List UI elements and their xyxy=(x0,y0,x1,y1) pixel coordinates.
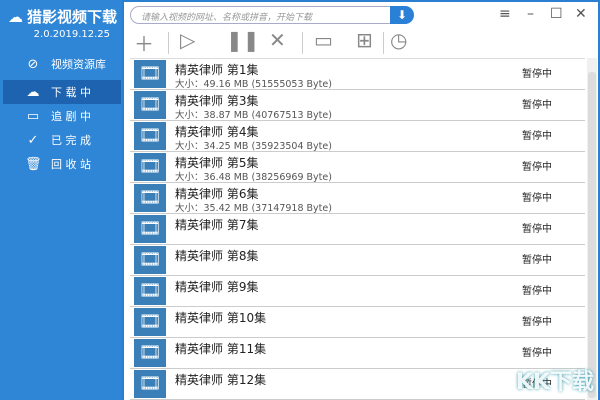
status-label: 暂停中 xyxy=(522,286,552,297)
sidebar-item-label: 下 载 中 xyxy=(51,86,91,99)
tv-icon: ▭ xyxy=(26,108,40,124)
download-row[interactable]: 🎞 精英律师 第5集 大小：36.48 MB (38256969 Byte) 暂… xyxy=(130,152,585,183)
download-title: 精英律师 第10集 xyxy=(175,311,267,325)
sidebar: ☁ 猎影视频下载 2.0.2019.12.25 ⊘ 视频资源库 ☁ 下 载 中 ▭ 追 … xyxy=(0,0,122,400)
download-button[interactable]: ⬇ xyxy=(390,6,414,24)
delete-icon[interactable]: ✕ xyxy=(269,28,286,52)
sidebar-item-following[interactable]: ▭ 追 剧 中 xyxy=(3,104,121,128)
sidebar-item-label: 追 剧 中 xyxy=(51,110,91,123)
status-label: 暂停中 xyxy=(522,100,552,111)
sidebar-item-downloading[interactable]: ☁ 下 载 中 xyxy=(3,80,121,104)
grid-icon[interactable]: ⊞ xyxy=(356,28,373,52)
download-title: 精英律师 第7集 xyxy=(175,218,259,232)
status-label: 暂停中 xyxy=(522,317,552,328)
download-row[interactable]: 🎞 精英律师 第7集 暂停中 xyxy=(130,214,585,245)
menu-button[interactable]: ≡ xyxy=(499,6,511,22)
sidebar-item-label: 视频资源库 xyxy=(51,58,106,71)
film-icon: 🎞 xyxy=(134,91,166,119)
clock-icon[interactable]: ◷ xyxy=(390,28,407,52)
compass-icon: ⊘ xyxy=(27,56,39,72)
check-circle-icon: ✓ xyxy=(27,132,39,148)
download-size: 大小：38.87 MB (40767513 Byte) xyxy=(175,110,332,121)
film-icon: 🎞 xyxy=(134,339,166,367)
status-label: 暂停中 xyxy=(522,348,552,359)
download-row[interactable]: 🎞 精英律师 第1集 大小：49.16 MB (51555053 Byte) 暂… xyxy=(130,59,585,90)
film-icon: 🎞 xyxy=(134,153,166,181)
film-icon: 🎞 xyxy=(134,308,166,336)
download-size: 大小：49.16 MB (51555053 Byte) xyxy=(175,79,332,90)
status-label: 暂停中 xyxy=(522,255,552,266)
divider xyxy=(383,32,384,54)
pause-icon[interactable]: ❚❚ xyxy=(226,28,260,52)
scrollbar-thumb[interactable] xyxy=(588,72,596,398)
add-icon[interactable]: ＋ xyxy=(134,28,154,57)
film-icon: 🎞 xyxy=(134,60,166,88)
divider xyxy=(168,32,169,54)
download-row[interactable]: 🎞 精英律师 第6集 大小：35.42 MB (37147918 Byte) 暂… xyxy=(130,183,585,214)
close-button[interactable]: ✕ xyxy=(575,6,587,22)
download-row[interactable]: 🎞 精英律师 第8集 暂停中 xyxy=(130,245,585,276)
status-label: 暂停中 xyxy=(522,193,552,204)
logo-icon: ☁ xyxy=(8,7,23,26)
status-label: 暂停中 xyxy=(522,69,552,80)
divider xyxy=(302,32,303,54)
search-input[interactable]: 请输入视频的网址、名称或拼音，开始下载 xyxy=(130,6,413,24)
film-icon: 🎞 xyxy=(134,122,166,150)
sidebar-item-library[interactable]: ⊘ 视频资源库 xyxy=(3,52,121,76)
play-icon[interactable]: ▷ xyxy=(180,28,195,52)
maximize-button[interactable]: ☐ xyxy=(550,6,563,22)
download-row[interactable]: 🎞 精英律师 第10集 暂停中 xyxy=(130,307,585,338)
sidebar-item-completed[interactable]: ✓ 已 完 成 xyxy=(3,128,121,152)
watermark: KK下载 xyxy=(515,370,594,395)
download-row[interactable]: 🎞 精英律师 第9集 暂停中 xyxy=(130,276,585,307)
download-list: 🎞 精英律师 第1集 大小：49.16 MB (51555053 Byte) 暂… xyxy=(130,58,585,400)
film-icon: 🎞 xyxy=(134,184,166,212)
film-icon: 🎞 xyxy=(134,370,166,398)
folder-icon[interactable]: ▭ xyxy=(314,28,333,52)
status-label: 暂停中 xyxy=(522,131,552,142)
download-title: 精英律师 第11集 xyxy=(175,342,267,356)
app-title: 猎影视频下载 xyxy=(27,8,118,26)
download-icon: ⬇ xyxy=(396,8,408,22)
download-title: 精英律师 第9集 xyxy=(175,280,259,294)
status-label: 暂停中 xyxy=(522,224,552,235)
film-icon: 🎞 xyxy=(134,215,166,243)
download-title: 精英律师 第8集 xyxy=(175,249,259,263)
sidebar-item-label: 回 收 站 xyxy=(51,158,91,171)
minimize-button[interactable]: – xyxy=(527,6,534,22)
film-icon: 🎞 xyxy=(134,246,166,274)
scrollbar[interactable] xyxy=(587,58,597,400)
status-label: 暂停中 xyxy=(522,162,552,173)
download-size: 大小：35.42 MB (37147918 Byte) xyxy=(175,203,332,214)
cloud-download-icon: ☁ xyxy=(26,84,40,100)
sidebar-item-trash[interactable]: 🗑 回 收 站 xyxy=(3,152,121,176)
app-version: 2.0.2019.12.25 xyxy=(33,29,110,40)
download-row[interactable]: 🎞 精英律师 第3集 大小：38.87 MB (40767513 Byte) 暂… xyxy=(130,90,585,121)
sidebar-item-label: 已 完 成 xyxy=(51,134,91,147)
film-icon: 🎞 xyxy=(134,277,166,305)
app-logo: ☁ 猎影视频下载 xyxy=(8,6,117,27)
download-size: 大小：36.48 MB (38256969 Byte) xyxy=(175,172,332,183)
download-size: 大小：34.25 MB (35923504 Byte) xyxy=(175,141,332,152)
main-panel: 请输入视频的网址、名称或拼音，开始下载 ⬇ ≡ – ☐ ✕ ＋ ▷ ❚❚ ✕ ▭… xyxy=(124,2,598,400)
download-row[interactable]: 🎞 精英律师 第4集 大小：34.25 MB (35923504 Byte) 暂… xyxy=(130,121,585,152)
download-title: 精英律师 第12集 xyxy=(175,373,267,387)
trash-icon: 🗑 xyxy=(25,156,42,172)
